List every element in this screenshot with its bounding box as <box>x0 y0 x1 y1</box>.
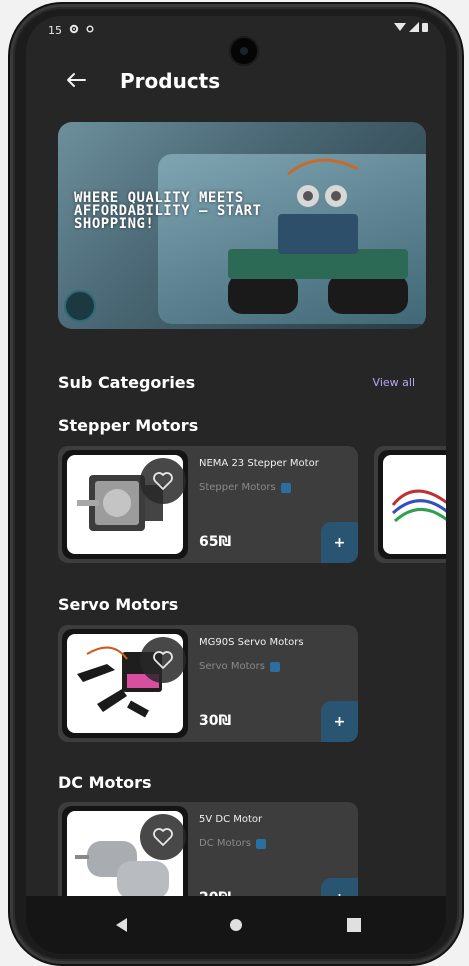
product-category: DC Motors <box>199 838 266 849</box>
add-to-cart-button[interactable]: + <box>321 701 358 742</box>
battery-icon <box>422 22 428 35</box>
wifi-icon <box>394 22 406 35</box>
product-category-label: Stepper Motors <box>199 482 276 493</box>
heart-icon[interactable] <box>140 458 186 504</box>
category-icon <box>269 661 280 672</box>
product-card[interactable]: NEMA 23 Stepper Motor Stepper Motors 65₪… <box>58 446 358 563</box>
product-price: 30₪ <box>199 713 232 729</box>
product-image-frame <box>62 629 188 738</box>
app-bar: Products <box>26 54 446 100</box>
product-card[interactable]: MG90S Servo Motors Servo Motors 30₪ + <box>58 625 358 742</box>
promo-banner[interactable]: WHERE QUALITY MEETS AFFORDABILITY – STAR… <box>58 122 426 329</box>
product-price: 65₪ <box>199 534 232 550</box>
settings-icon <box>69 24 79 37</box>
sub-categories-title: Sub Categories <box>58 373 196 392</box>
back-arrow-icon[interactable] <box>56 60 96 100</box>
product-image-frame <box>378 450 446 559</box>
page-title: Products <box>120 69 221 93</box>
product-name: MG90S Servo Motors <box>199 637 304 648</box>
category-icon <box>255 838 266 849</box>
product-category-label: DC Motors <box>199 838 251 849</box>
brand-logo <box>64 290 96 322</box>
product-name: NEMA 23 Stepper Motor <box>199 458 319 469</box>
heart-icon[interactable] <box>140 814 186 860</box>
product-category: Stepper Motors <box>199 482 291 493</box>
nav-recents-icon[interactable] <box>342 913 366 937</box>
cable-image <box>383 455 446 554</box>
view-all-link[interactable]: View all <box>373 376 415 389</box>
product-category: Servo Motors <box>199 661 280 672</box>
banner-image <box>158 154 426 324</box>
product-image-frame <box>62 450 188 559</box>
section-title-dc-motors: DC Motors <box>58 773 152 792</box>
location-icon <box>86 24 94 37</box>
nav-back-icon[interactable] <box>110 913 134 937</box>
banner-headline: WHERE QUALITY MEETS AFFORDABILITY – STAR… <box>74 190 262 232</box>
signal-icon <box>409 22 419 35</box>
add-to-cart-button[interactable]: + <box>321 522 358 563</box>
app-screen: 15 Products WHERE QUALITY MEETS AFFORDAB… <box>26 16 446 954</box>
product-category-label: Servo Motors <box>199 661 265 672</box>
nav-home-icon[interactable] <box>224 913 248 937</box>
status-time: 15 <box>48 24 62 37</box>
product-card-next[interactable] <box>374 446 446 563</box>
section-title-servo-motors: Servo Motors <box>58 595 179 614</box>
section-title-stepper-motors: Stepper Motors <box>58 416 199 435</box>
heart-icon[interactable] <box>140 637 186 683</box>
product-name: 5V DC Motor <box>199 814 263 825</box>
system-navigation-bar <box>26 896 446 954</box>
category-icon <box>280 482 291 493</box>
